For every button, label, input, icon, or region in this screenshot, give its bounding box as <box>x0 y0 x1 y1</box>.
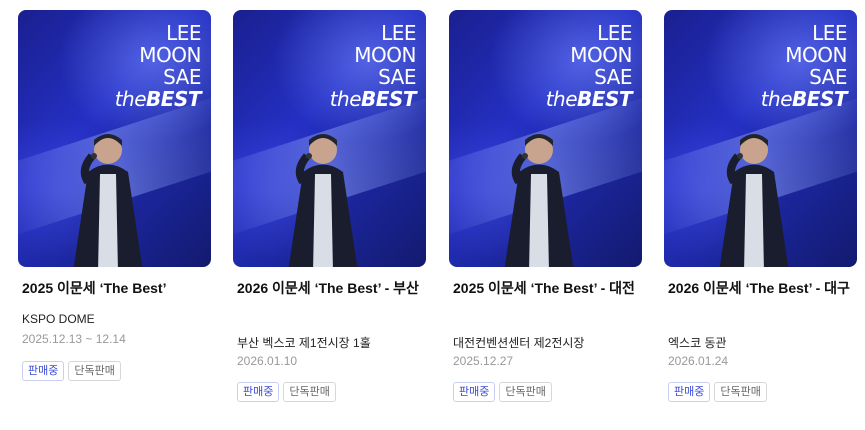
singer-silhouette <box>719 134 789 267</box>
poster-image[interactable]: LEE MOON SAE theBEST <box>449 10 642 267</box>
poster-logo: LEE MOON SAE theBEST <box>760 21 848 111</box>
date: 2025.12.27 <box>453 354 514 368</box>
concert-card[interactable]: LEE MOON SAE theBEST 2025 이문세 ‘The Best’… <box>18 10 211 381</box>
exclusive-badge: 단독판매 <box>714 382 767 402</box>
poster-logo: LEE MOON SAE theBEST <box>329 21 417 111</box>
date: 2026.01.24 <box>668 354 729 368</box>
on-sale-badge: 판매중 <box>22 361 65 381</box>
venue: KSPO DOME <box>22 312 95 326</box>
poster-image[interactable]: LEE MOON SAE theBEST <box>18 10 211 267</box>
singer-silhouette <box>73 134 143 267</box>
tag-row: 판매중 단독판매 <box>22 361 121 381</box>
poster-logo: LEE MOON SAE theBEST <box>114 21 202 111</box>
date: 2025.12.13 ~ 12.14 <box>22 332 126 346</box>
poster-image[interactable]: LEE MOON SAE theBEST <box>664 10 857 267</box>
poster-logo: LEE MOON SAE theBEST <box>545 21 633 111</box>
concert-list: LEE MOON SAE theBEST 2025 이문세 ‘The Best’… <box>0 0 865 430</box>
concert-title[interactable]: 2026 이문세 ‘The Best’ - 대구 <box>668 277 857 299</box>
tag-row: 판매중 단독판매 <box>453 382 552 402</box>
concert-title[interactable]: 2025 이문세 ‘The Best’ - 대전 <box>453 277 642 299</box>
concert-card[interactable]: LEE MOON SAE theBEST 2025 이문세 ‘The Best’… <box>449 10 642 402</box>
poster-image[interactable]: LEE MOON SAE theBEST <box>233 10 426 267</box>
concert-title[interactable]: 2026 이문세 ‘The Best’ - 부산 <box>237 277 426 299</box>
singer-silhouette <box>504 134 574 267</box>
on-sale-badge: 판매중 <box>237 382 280 402</box>
tag-row: 판매중 단독판매 <box>237 382 336 402</box>
concert-title[interactable]: 2025 이문세 ‘The Best’ <box>22 277 211 299</box>
exclusive-badge: 단독판매 <box>283 382 336 402</box>
singer-silhouette <box>288 134 358 267</box>
venue: 대전컨벤션센터 제2전시장 <box>453 336 585 350</box>
exclusive-badge: 단독판매 <box>499 382 552 402</box>
concert-card[interactable]: LEE MOON SAE theBEST 2026 이문세 ‘The Best’… <box>664 10 857 402</box>
on-sale-badge: 판매중 <box>453 382 496 402</box>
tag-row: 판매중 단독판매 <box>668 382 767 402</box>
on-sale-badge: 판매중 <box>668 382 711 402</box>
exclusive-badge: 단독판매 <box>68 361 121 381</box>
venue: 부산 벡스코 제1전시장 1홀 <box>237 336 371 350</box>
venue: 엑스코 동관 <box>668 336 727 350</box>
concert-card[interactable]: LEE MOON SAE theBEST 2026 이문세 ‘The Best’… <box>233 10 426 402</box>
date: 2026.01.10 <box>237 354 298 368</box>
